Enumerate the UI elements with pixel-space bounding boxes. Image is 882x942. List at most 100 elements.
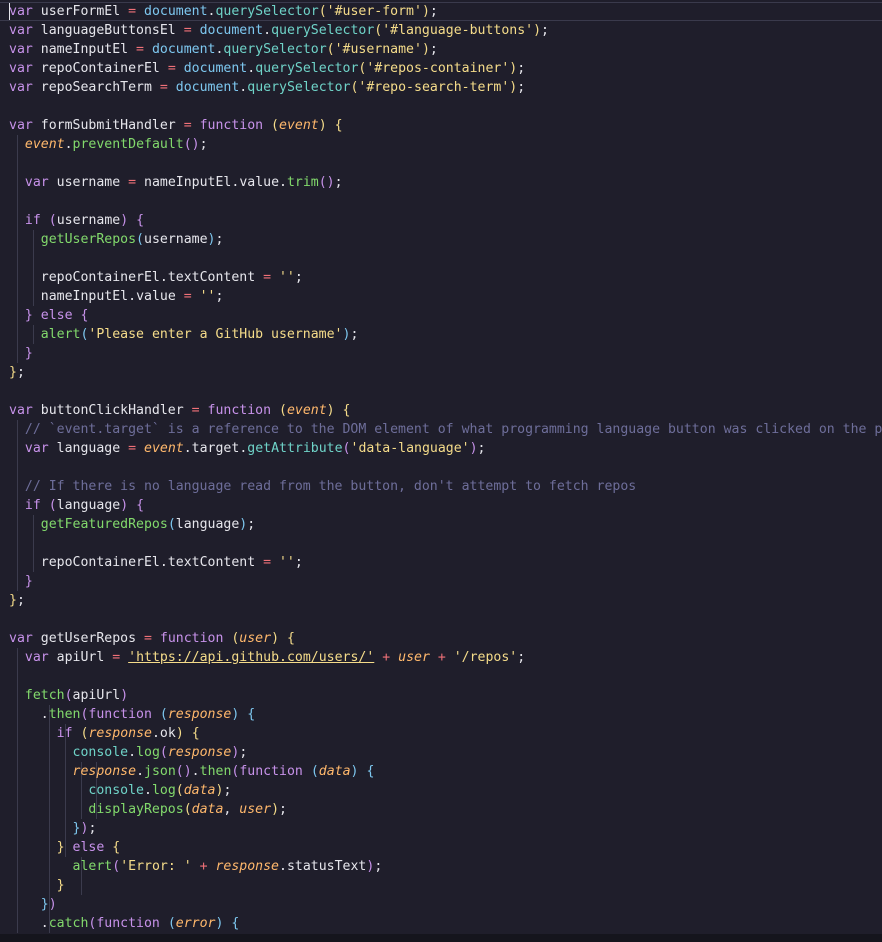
text-cursor — [9, 3, 10, 20]
code-token: () — [183, 137, 200, 152]
code-line[interactable]: } else { — [9, 306, 89, 325]
code-line[interactable]: if (response.ok) { — [9, 724, 200, 743]
code-line[interactable]: response.json().then(function (data) { — [9, 762, 375, 781]
code-token: var — [24, 441, 49, 456]
code-token: else — [64, 840, 113, 855]
code-token: { — [136, 498, 145, 513]
code-token: function — [199, 403, 279, 418]
code-line[interactable]: var apiUrl = 'https://api.github.com/use… — [9, 648, 525, 667]
code-token: ) — [271, 631, 280, 646]
code-line[interactable]: }; — [9, 363, 25, 382]
code-token: catch — [48, 916, 89, 931]
code-line[interactable]: alert('Please enter a GitHub username'); — [9, 325, 359, 344]
code-token: nameInputEl — [136, 175, 232, 190]
code-line[interactable]: } — [9, 572, 33, 591]
code-line[interactable]: console.log(data); — [9, 781, 231, 800]
code-token: ; — [16, 365, 25, 380]
code-token: ) — [326, 403, 335, 418]
code-token: . — [151, 726, 160, 741]
code-token: ; — [247, 517, 256, 532]
code-token: 'data-language' — [350, 441, 470, 456]
code-token: if — [24, 498, 41, 513]
code-line[interactable]: getUserRepos(username); — [9, 230, 224, 249]
code-token: getAttribute — [247, 441, 343, 456]
code-token: function — [239, 764, 303, 779]
code-token: ( — [175, 783, 184, 798]
code-token: event — [279, 118, 319, 133]
code-line[interactable]: var languageButtonsEl = document.querySe… — [9, 21, 549, 40]
code-line[interactable]: } else { — [9, 838, 121, 857]
code-line[interactable]: var getUserRepos = function (user) { — [9, 629, 295, 648]
code-token: } — [9, 593, 17, 608]
code-token: ( — [136, 232, 144, 247]
code-line[interactable]: if (username) { — [9, 211, 144, 230]
code-line[interactable]: var repoSearchTerm = document.querySelec… — [9, 78, 525, 97]
code-token: value — [239, 175, 280, 190]
code-token: ; — [16, 593, 25, 608]
code-line[interactable]: getFeaturedRepos(language); — [9, 515, 255, 534]
code-token: '' — [278, 555, 295, 570]
code-line[interactable]: .catch(function (error) { — [9, 914, 240, 933]
code-token: = — [255, 270, 279, 285]
code-line[interactable]: var language = event.target.getAttribute… — [9, 439, 486, 458]
code-token: then — [199, 764, 232, 779]
code-line[interactable]: nameInputEl.value = ''; — [9, 287, 224, 306]
code-token: ; — [294, 270, 303, 285]
code-token: textContent — [167, 555, 256, 570]
code-token: . — [279, 175, 287, 190]
code-line[interactable]: var nameInputEl = document.querySelector… — [9, 40, 438, 59]
code-token: ( — [310, 764, 319, 779]
code-line[interactable]: } — [9, 344, 33, 363]
code-token: querySelector — [271, 23, 375, 38]
code-line[interactable]: repoContainerEl.textContent = ''; — [9, 268, 303, 287]
code-token: = — [136, 42, 144, 57]
code-token: username — [48, 175, 129, 190]
code-line[interactable]: // If there is no language read from the… — [9, 477, 636, 496]
code-token: } — [24, 308, 33, 323]
code-editor[interactable]: var userFormEl = document.querySelector(… — [0, 0, 882, 934]
code-token: { — [286, 631, 295, 646]
code-line[interactable]: .then(function (response) { — [9, 705, 256, 724]
code-token: var — [9, 631, 33, 646]
code-line[interactable]: var buttonClickHandler = function (event… — [9, 401, 351, 420]
code-token: ) — [48, 897, 57, 912]
code-line[interactable]: } — [9, 876, 65, 895]
code-line[interactable]: var username = nameInputEl.value.trim(); — [9, 173, 343, 192]
code-line[interactable]: // `event.target` is a reference to the … — [9, 420, 882, 439]
code-token: repoContainerEl — [40, 270, 160, 285]
code-line[interactable]: alert('Error: ' + response.statusText); — [9, 857, 383, 876]
code-token: () — [175, 764, 192, 779]
code-token: response — [215, 859, 280, 874]
code-token: } — [24, 346, 33, 361]
code-line[interactable]: var formSubmitHandler = function (event)… — [9, 116, 343, 135]
code-token: function — [191, 118, 272, 133]
code-line[interactable]: repoContainerEl.textContent = ''; — [9, 553, 303, 572]
code-token: ) — [469, 441, 478, 456]
code-line[interactable]: fetch(apiUrl) — [9, 686, 128, 705]
code-line[interactable]: }); — [9, 819, 97, 838]
code-token: = — [191, 403, 200, 418]
code-line[interactable]: console.log(response); — [9, 743, 248, 762]
code-line[interactable]: }) — [9, 895, 57, 914]
code-token: ) — [350, 764, 359, 779]
code-token: getFeaturedRepos — [40, 517, 168, 532]
code-token: . — [9, 916, 49, 931]
code-token: repoContainerEl — [32, 61, 168, 76]
code-line[interactable]: displayRepos(data, user); — [9, 800, 287, 819]
code-token: '#user-form' — [326, 4, 422, 19]
code-token: var — [9, 42, 33, 57]
code-line[interactable]: var repoContainerEl = document.querySele… — [9, 59, 525, 78]
code-line[interactable]: if (language) { — [9, 496, 144, 515]
code-token: ( — [342, 441, 351, 456]
code-line[interactable]: var userFormEl = document.querySelector(… — [9, 2, 438, 21]
code-line[interactable]: event.preventDefault(); — [9, 135, 208, 154]
code-token: ; — [223, 783, 232, 798]
code-line[interactable]: }; — [9, 591, 25, 610]
code-token: = — [128, 441, 137, 456]
code-token: . — [64, 137, 73, 152]
